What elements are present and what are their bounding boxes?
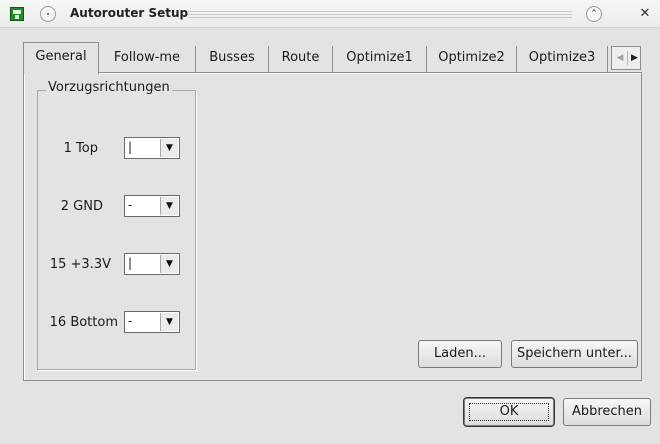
layer-direction-combo-top[interactable]: | ▼ (124, 137, 180, 159)
tab-optimize3[interactable]: Optimize3 (517, 46, 608, 72)
layer-label-top: 1 Top (63, 141, 98, 156)
layer-direction-combo-3v3[interactable]: | ▼ (124, 253, 180, 275)
layer-label-gnd: 2 GND (60, 199, 103, 214)
title-bar[interactable]: Autorouter Setup ⌃ ✕ (0, 0, 660, 28)
tab-follow-me[interactable]: Follow-me (99, 46, 196, 72)
chevron-down-icon[interactable]: ▼ (160, 197, 178, 215)
tab-optimize2[interactable]: Optimize2 (427, 46, 517, 72)
chevron-down-icon[interactable]: ▼ (160, 255, 178, 273)
title-grip (188, 11, 572, 18)
window-title: Autorouter Setup (70, 6, 189, 20)
load-button[interactable]: Laden... (418, 340, 502, 368)
layer-label-bottom: 16 Bottom (49, 315, 118, 330)
combo-value: - (128, 314, 133, 328)
layer-direction-combo-bottom[interactable]: - ▼ (124, 311, 180, 333)
close-button[interactable]: ✕ (637, 6, 653, 22)
tab-route[interactable]: Route (269, 46, 333, 72)
combo-value: | (128, 256, 133, 270)
cancel-button[interactable]: Abbrechen (563, 398, 651, 426)
chevron-down-icon[interactable]: ▼ (160, 139, 178, 157)
save-as-button[interactable]: Speichern unter... (511, 340, 638, 368)
tab-scroll-left-icon[interactable]: ◀ (613, 51, 627, 65)
tab-busses[interactable]: Busses (196, 46, 269, 72)
shade-button[interactable]: ⌃ (586, 6, 602, 22)
tab-general[interactable]: General (23, 42, 99, 74)
layer-direction-combo-gnd[interactable]: - ▼ (124, 195, 180, 217)
tab-scroll: ◀ ▶ (611, 46, 641, 70)
chevron-down-icon[interactable]: ▼ (160, 313, 178, 331)
app-icon (10, 7, 24, 21)
tab-optimize1[interactable]: Optimize1 (333, 46, 427, 72)
focus-rect (469, 403, 549, 421)
layer-label-3v3: 15 +3.3V (49, 257, 111, 272)
group-title: Vorzugsrichtungen (46, 80, 172, 95)
window-menu-button[interactable] (40, 6, 56, 22)
tab-scroll-right-icon[interactable]: ▶ (627, 51, 641, 65)
combo-value: | (128, 140, 133, 154)
combo-value: - (128, 198, 133, 212)
ok-button[interactable]: OK (464, 398, 554, 426)
